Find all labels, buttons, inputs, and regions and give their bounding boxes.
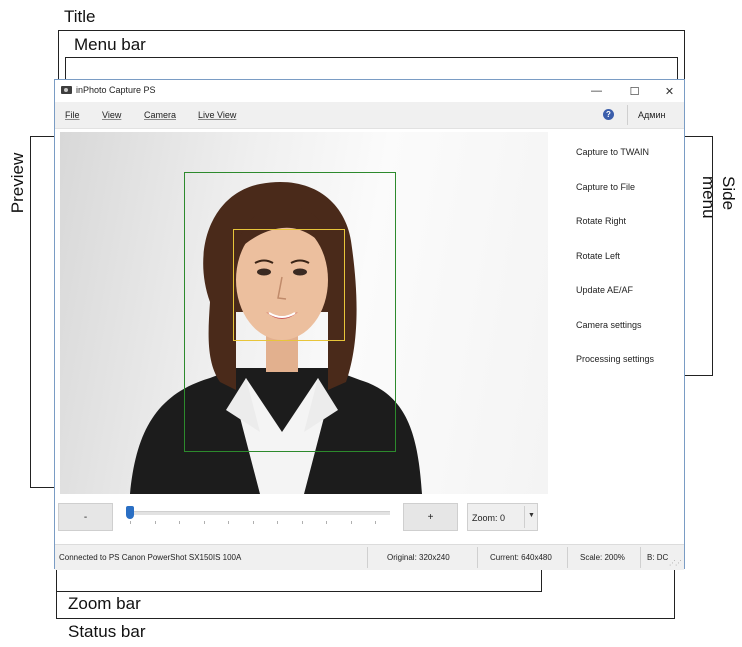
annotation-title: Title	[64, 7, 96, 26]
resize-grip-icon[interactable]: ⋰⋰	[669, 559, 682, 567]
camera-icon	[61, 86, 72, 94]
zoom-slider-thumb[interactable]	[126, 506, 134, 519]
status-connection: Connected to PS Canon PowerShot SX150IS …	[59, 553, 242, 562]
status-scale: Scale: 200%	[580, 553, 625, 562]
annotation-status-bar: Status bar	[68, 622, 146, 641]
zoom-out-button[interactable]: -	[58, 503, 113, 531]
chevron-down-icon[interactable]: ▼	[528, 512, 535, 519]
status-balance: B: DC	[647, 553, 669, 562]
menu-bar: File View Camera Live View ? Админ	[55, 102, 684, 129]
rotate-left-button[interactable]: Rotate Left	[576, 251, 620, 261]
status-original: Original: 320x240	[387, 553, 450, 562]
zoom-level-dropdown[interactable]: Zoom: 0 ▼	[467, 503, 538, 531]
processing-settings-button[interactable]: Processing settings	[576, 354, 654, 364]
zoom-slider-track[interactable]	[127, 511, 390, 515]
close-button[interactable]: ✕	[652, 80, 687, 102]
eye-detection-frame	[233, 229, 345, 341]
zoom-in-button[interactable]: +	[403, 503, 458, 531]
minimize-button[interactable]: —	[579, 80, 614, 102]
zoom-level-value: Zoom: 0	[472, 513, 506, 523]
maximize-button[interactable]: ☐	[617, 80, 652, 102]
capture-to-file-button[interactable]: Capture to File	[576, 182, 635, 192]
rotate-right-button[interactable]: Rotate Right	[576, 216, 626, 226]
status-current: Current: 640x480	[490, 553, 552, 562]
menu-camera[interactable]: Camera	[144, 110, 176, 120]
annotation-menu-bar: Menu bar	[74, 35, 146, 54]
menu-separator	[627, 105, 628, 125]
side-menu: Capture to TWAIN Capture to File Rotate …	[560, 132, 680, 382]
preview-area[interactable]	[60, 132, 548, 494]
update-ae-af-button[interactable]: Update AE/AF	[576, 285, 633, 295]
user-menu[interactable]: Админ	[638, 110, 665, 120]
menu-file[interactable]: File	[65, 110, 80, 120]
annotation-preview: Preview	[8, 152, 28, 214]
camera-settings-button[interactable]: Camera settings	[576, 320, 642, 330]
help-icon[interactable]: ?	[603, 109, 614, 120]
window-title: inPhoto Capture PS	[76, 85, 156, 95]
capture-to-twain-button[interactable]: Capture to TWAIN	[576, 147, 649, 157]
menu-view[interactable]: View	[102, 110, 121, 120]
status-bar: Connected to PS Canon PowerShot SX150IS …	[55, 544, 684, 570]
title-bar: inPhoto Capture PS — ☐ ✕	[55, 80, 684, 102]
menu-live-view[interactable]: Live View	[198, 110, 236, 120]
app-window: inPhoto Capture PS — ☐ ✕ File View Camer…	[54, 79, 685, 570]
